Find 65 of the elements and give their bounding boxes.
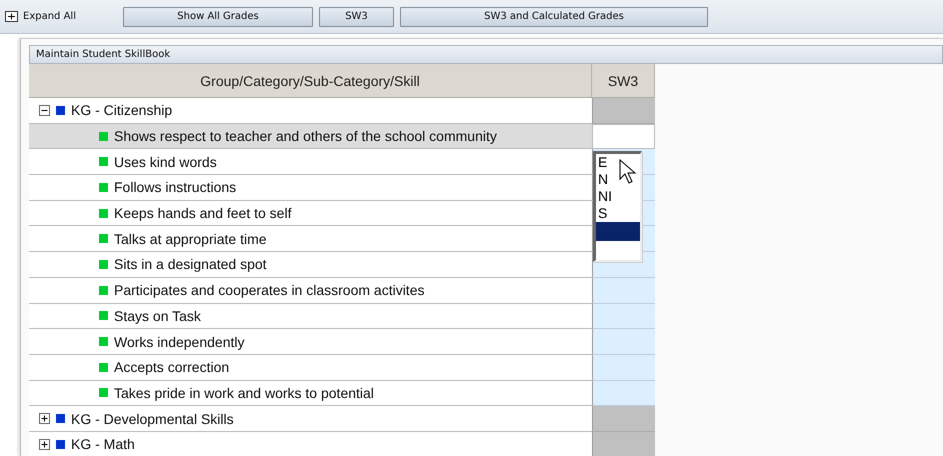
skill-row[interactable]: Takes pride in work and works to potential	[29, 380, 592, 406]
skill-label: Takes pride in work and works to potential	[114, 384, 374, 401]
grade-cell[interactable]	[592, 329, 655, 355]
grade-cell[interactable]	[592, 124, 655, 150]
group-label: KG - Citizenship	[71, 102, 172, 118]
status-square	[99, 260, 108, 269]
grade-cell	[592, 98, 655, 124]
skill-label: Stays on Task	[114, 308, 201, 324]
expand-all-button[interactable]: Expand All	[5, 6, 117, 26]
skill-label: Keeps hands and feet to self	[114, 205, 292, 222]
status-square	[99, 208, 108, 218]
grade-cell[interactable]	[592, 354, 655, 381]
status-square	[99, 182, 108, 192]
grade-cell[interactable]	[592, 304, 655, 330]
status-square	[99, 311, 108, 320]
toolbar-button[interactable]: SW3 and Calculated Grades	[400, 6, 708, 26]
skill-label: Sits in a designated spot	[114, 256, 267, 272]
mouse-cursor-icon	[619, 159, 637, 185]
grade-option[interactable]: NI	[596, 188, 640, 205]
grade-option[interactable]: N	[596, 171, 640, 188]
status-square	[99, 388, 108, 398]
panel-title: Maintain Student SkillBook	[29, 45, 943, 64]
group-label: KG - Developmental Skills	[71, 410, 234, 427]
column-header: Group/Category/Sub-Category/Skill	[29, 64, 592, 98]
collapse-icon[interactable]	[39, 104, 50, 116]
skill-label: Uses kind words	[114, 154, 217, 170]
grade-dropdown-menu[interactable]: E N NI S	[593, 151, 642, 262]
grade-cell[interactable]	[592, 380, 655, 406]
skill-row[interactable]: Works independently	[29, 329, 592, 355]
skill-label: Participates and cooperates in classroom activites	[114, 282, 424, 298]
skill-row[interactable]: Shows respect to teacher and others of the school community	[29, 124, 592, 150]
grade-cell[interactable]	[592, 278, 655, 304]
skill-label: Talks at appropriate time	[114, 230, 267, 247]
group-label: KG - Math	[71, 436, 135, 452]
grade-option[interactable]: S	[596, 205, 640, 222]
blank-option[interactable]	[596, 222, 640, 241]
expand-icon[interactable]	[39, 413, 50, 424]
status-square	[99, 132, 108, 141]
group-row[interactable]: KG - Developmental Skills	[29, 406, 592, 432]
skill-label: Shows respect to teacher and others of the school community	[114, 128, 497, 144]
status-square	[99, 362, 108, 372]
skill-row[interactable]: Talks at appropriate time	[29, 226, 592, 252]
skill-row[interactable]: Stays on Task	[29, 304, 592, 330]
skill-row[interactable]: Participates and cooperates in classroom activites	[29, 278, 592, 304]
skill-row[interactable]: Follows instructions	[29, 175, 592, 201]
skill-label: Follows instructions	[114, 179, 236, 196]
skill-row[interactable]: Sits in a designated spot	[29, 252, 592, 278]
toolbar-button[interactable]: Show All Grades	[123, 6, 313, 26]
status-square	[99, 286, 108, 295]
column-header: SW3	[592, 64, 655, 98]
expand-icon[interactable]	[39, 438, 50, 450]
skill-row[interactable]: Accepts correction	[29, 354, 592, 381]
skill-label: Accepts correction	[114, 359, 230, 376]
group-row[interactable]: KG - Math	[29, 432, 592, 456]
skill-row[interactable]: Uses kind words	[29, 149, 592, 176]
grade-cell	[592, 406, 655, 432]
toolbar-button[interactable]: SW3	[319, 6, 394, 26]
group-row[interactable]: KG - Citizenship	[29, 98, 592, 124]
grade-option[interactable]: E	[596, 154, 640, 171]
status-square	[99, 337, 108, 346]
skill-row[interactable]: Keeps hands and feet to self	[29, 200, 592, 226]
status-square	[99, 234, 108, 244]
status-square	[99, 157, 108, 166]
skill-label: Works independently	[114, 334, 244, 350]
plus-icon	[5, 11, 18, 22]
